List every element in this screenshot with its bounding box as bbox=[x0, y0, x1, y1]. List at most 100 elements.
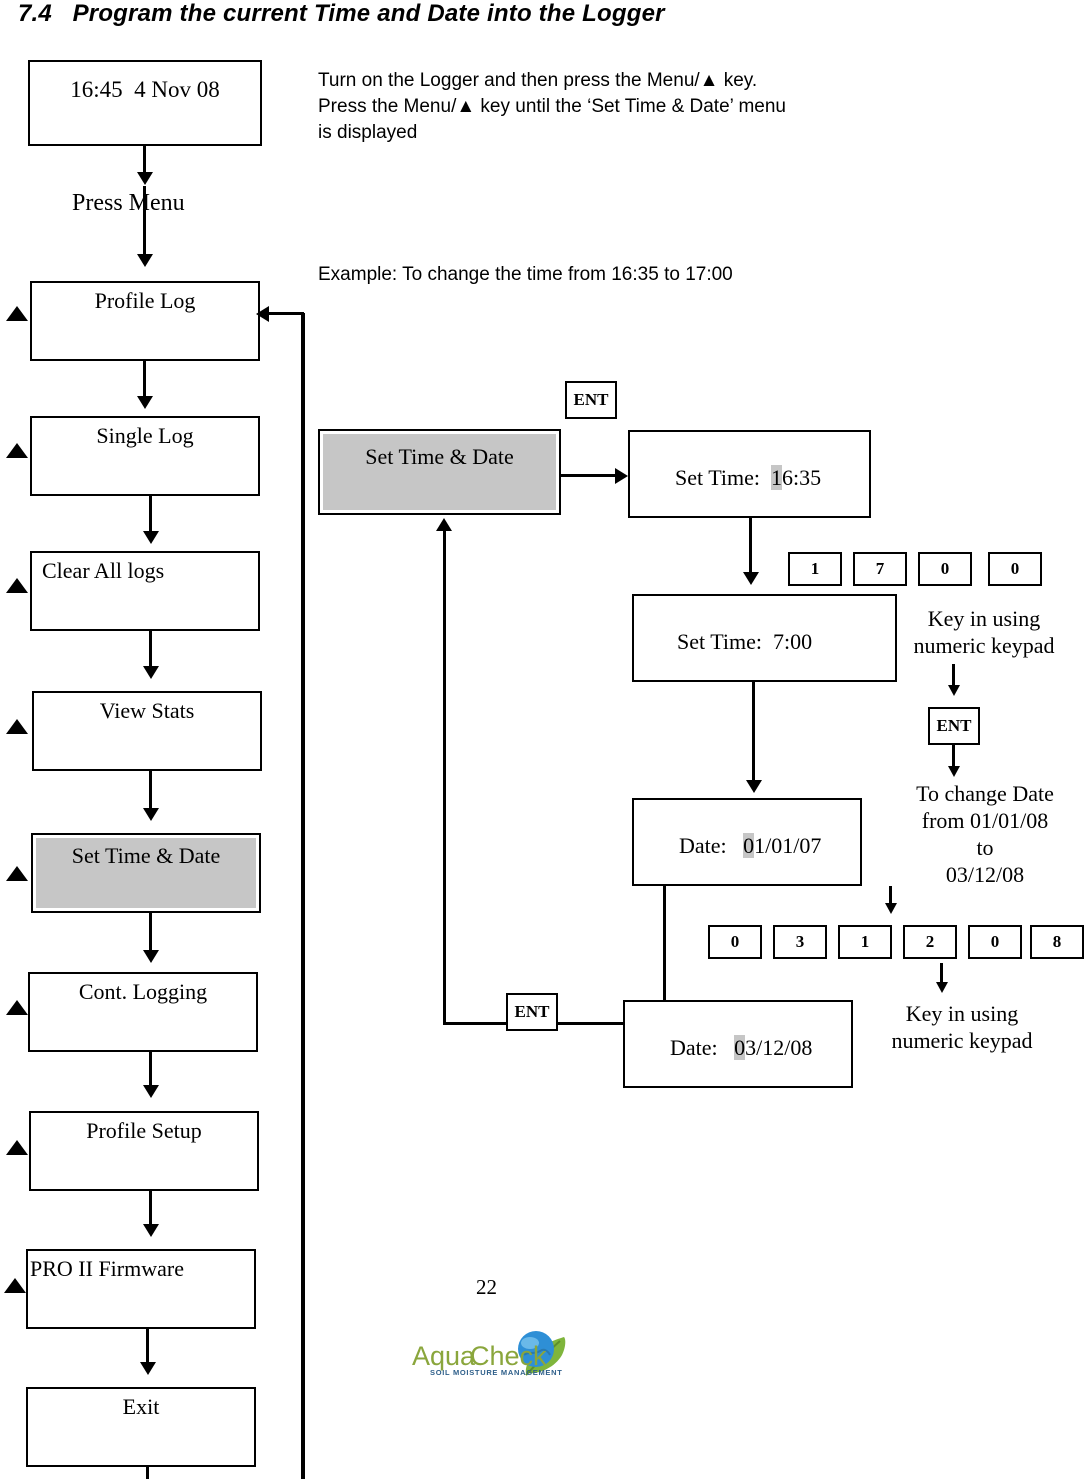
connector-settimedate-to-settime bbox=[561, 474, 619, 477]
menu-item-profile-log[interactable]: Profile Log bbox=[30, 281, 260, 361]
menu-item-view-stats[interactable]: View Stats bbox=[32, 691, 262, 771]
numeric-key-date-1[interactable]: 1 bbox=[838, 925, 892, 959]
arrowhead-menu-2 bbox=[143, 531, 159, 544]
menu-item-label: Profile Setup bbox=[86, 1118, 202, 1143]
numeric-key-1[interactable]: 1 bbox=[788, 552, 842, 586]
arrowhead-menu-7 bbox=[143, 1224, 159, 1237]
flow-screen-set-time-initial: Set Time: 16:35 bbox=[628, 430, 871, 518]
connector-settime-result-to-date-initial bbox=[752, 680, 755, 785]
arrowhead-keypad-date-caption bbox=[936, 982, 948, 993]
logo-tagline: SOIL MOISTURE MANAGEMENT bbox=[430, 1368, 563, 1377]
arrowhead-change-date-caption bbox=[948, 766, 960, 777]
arrowhead-menu-3 bbox=[143, 666, 159, 679]
date-initial-label: Date: bbox=[679, 833, 744, 859]
set-time-initial-cursor: 1 bbox=[770, 465, 782, 491]
manual-page: 7.4 Program the current Time and Date in… bbox=[0, 0, 1086, 1479]
numeric-key-date-3[interactable]: 3 bbox=[773, 925, 827, 959]
instruction-turn-on: Turn on the Logger and then press the Me… bbox=[318, 70, 786, 143]
menu-item-label: Set Time & Date bbox=[71, 843, 221, 868]
arrowhead-settime-result bbox=[743, 572, 759, 585]
aquacheck-logo-svg: Aqua Check SOIL MOISTURE MANAGEMENT bbox=[412, 1331, 566, 1377]
flow-screen-set-time-result: Set Time: 7:00 bbox=[632, 594, 897, 682]
aquacheck-logo: Aqua Check SOIL MOISTURE MANAGEMENT bbox=[408, 1325, 583, 1385]
flow-screen-label: Set Time & Date bbox=[365, 444, 514, 469]
arrowhead-pressmenu-top bbox=[137, 172, 153, 185]
menu-uparrow-clear-all-logs bbox=[6, 578, 28, 593]
flow-screen-text: Date: 03/12/08 bbox=[625, 1002, 851, 1082]
logger-clock-text: 16:45 4 Nov 08 bbox=[70, 77, 220, 102]
flow-screen-text: Set Time: 16:35 bbox=[630, 432, 869, 512]
menu-item-single-log[interactable]: Single Log bbox=[30, 416, 260, 496]
press-menu-label: Press Menu bbox=[72, 190, 185, 216]
caption-change-date: To change Date from 01/01/08 to 03/12/08 bbox=[916, 781, 1054, 887]
menu-item-label: PRO II Firmware bbox=[30, 1256, 184, 1281]
flow-screen-set-time-and-date: Set Time & Date bbox=[318, 429, 561, 515]
return-loop-horizontal-to-profile-log bbox=[268, 312, 304, 315]
date-result-label: Date: bbox=[670, 1035, 735, 1061]
numeric-key-0-a[interactable]: 0 bbox=[918, 552, 972, 586]
date-initial-rest: 1/01/07 bbox=[754, 833, 822, 859]
arrowhead-menu-5 bbox=[143, 950, 159, 963]
caption-keypad-date: Key in using numeric keypad bbox=[891, 1001, 1033, 1053]
menu-item-label: Clear All logs bbox=[42, 558, 165, 583]
menu-item-label: View Stats bbox=[99, 698, 195, 723]
connector-menu-exit-tail bbox=[146, 1467, 149, 1479]
logger-clock-display: 16:45 4 Nov 08 bbox=[28, 60, 262, 146]
set-time-initial-rest: 6:35 bbox=[781, 465, 822, 491]
set-time-result-rest: 7:00 bbox=[772, 629, 813, 655]
menu-uparrow-view-stats bbox=[6, 719, 28, 734]
menu-item-set-time-and-date[interactable]: Set Time & Date bbox=[31, 833, 261, 913]
return-loop-vertical bbox=[301, 313, 305, 1479]
menu-item-exit[interactable]: Exit bbox=[26, 1387, 256, 1467]
menu-item-label: Cont. Logging bbox=[78, 979, 208, 1004]
connector-date-initial-to-result bbox=[663, 884, 666, 1014]
caption-keypad-time: Key in using numeric keypad bbox=[913, 606, 1055, 658]
arrowhead-ent-mid bbox=[948, 685, 960, 696]
date-initial-cursor: 0 bbox=[743, 833, 755, 859]
instruction-example: Example: To change the time from 16:35 t… bbox=[318, 264, 733, 285]
menu-uparrow-set-time-date bbox=[6, 866, 28, 881]
menu-uparrow-cont-logging bbox=[6, 1000, 28, 1015]
arrowhead-menu-1 bbox=[137, 396, 153, 409]
numeric-key-7[interactable]: 7 bbox=[853, 552, 907, 586]
menu-uparrow-profile-log bbox=[6, 306, 28, 321]
ent-key-bottom[interactable]: ENT bbox=[506, 993, 558, 1031]
page-number: 22 bbox=[476, 1275, 497, 1299]
menu-item-label: Profile Log bbox=[94, 288, 196, 313]
arrowhead-menu-4 bbox=[143, 808, 159, 821]
set-time-result-label: Set Time: bbox=[677, 629, 773, 655]
menu-item-label: Exit bbox=[122, 1394, 160, 1419]
menu-item-pro-ii-firmware[interactable]: PRO II Firmware bbox=[26, 1249, 256, 1329]
page-title: 7.4 Program the current Time and Date in… bbox=[18, 0, 665, 27]
connector-settime-initial-to-result bbox=[749, 516, 752, 578]
flow-screen-date-result: Date: 03/12/08 bbox=[623, 1000, 853, 1088]
arrowhead-return-to-settimedate bbox=[436, 518, 452, 531]
connector-pressmenu-to-menu bbox=[143, 186, 146, 264]
arrowhead-menu-8 bbox=[140, 1362, 156, 1375]
set-time-initial-label: Set Time: bbox=[675, 465, 771, 491]
date-result-cursor: 0 bbox=[734, 1035, 746, 1061]
numeric-key-date-8[interactable]: 8 bbox=[1030, 925, 1084, 959]
arrowhead-settime-initial bbox=[615, 468, 628, 484]
arrowhead-date-keypad bbox=[885, 903, 897, 914]
numeric-key-date-2[interactable]: 2 bbox=[903, 925, 957, 959]
menu-item-clear-all-logs[interactable]: Clear All logs bbox=[30, 551, 260, 631]
flow-screen-text: Date: 01/01/07 bbox=[634, 800, 860, 880]
menu-uparrow-single-log bbox=[6, 443, 28, 458]
numeric-key-date-0[interactable]: 0 bbox=[708, 925, 762, 959]
ent-key-middle[interactable]: ENT bbox=[928, 707, 980, 745]
arrowhead-date-initial bbox=[746, 780, 762, 793]
menu-uparrow-profile-setup bbox=[6, 1140, 28, 1155]
flow-screen-date-initial: Date: 01/01/07 bbox=[632, 798, 862, 886]
menu-item-label: Single Log bbox=[96, 423, 194, 448]
flow-screen-text: Set Time: 7:00 bbox=[634, 596, 895, 676]
date-result-rest: 3/12/08 bbox=[745, 1035, 813, 1061]
arrowhead-menu-6 bbox=[143, 1085, 159, 1098]
menu-item-profile-setup[interactable]: Profile Setup bbox=[29, 1111, 259, 1191]
menu-item-cont-logging[interactable]: Cont. Logging bbox=[28, 972, 258, 1052]
numeric-key-date-0b[interactable]: 0 bbox=[968, 925, 1022, 959]
arrowhead-return-to-profile-log bbox=[256, 306, 269, 322]
logo-wordmark-check: Check bbox=[470, 1341, 547, 1371]
ent-key-top[interactable]: ENT bbox=[565, 381, 617, 419]
numeric-key-0-b[interactable]: 0 bbox=[988, 552, 1042, 586]
